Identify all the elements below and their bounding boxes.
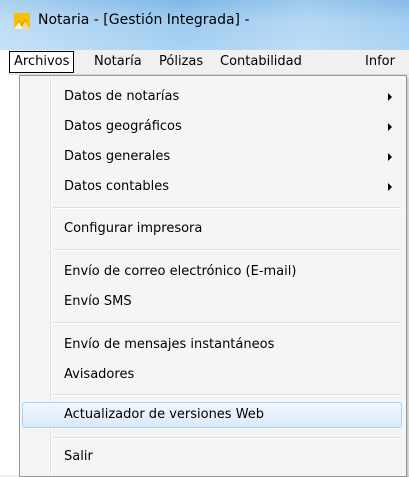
- menu-separator: [53, 437, 401, 439]
- menu-notaria[interactable]: Notaría: [90, 52, 146, 72]
- submenu-arrow-icon: [388, 123, 392, 131]
- menu-item-envio-sms[interactable]: Envío SMS: [22, 289, 402, 315]
- menu-item-label: Datos contables: [64, 179, 169, 194]
- menu-item-label: Avisadores: [64, 367, 135, 382]
- menu-item-label: Envío SMS: [64, 294, 132, 309]
- menu-item-label: Configurar impresora: [64, 221, 203, 236]
- menu-item-actualizador-web[interactable]: Actualizador de versiones Web: [22, 402, 402, 428]
- submenu-arrow-icon: [388, 93, 392, 101]
- menu-archivos[interactable]: Archivos: [9, 51, 75, 73]
- menu-item-envio-mensajes[interactable]: Envío de mensajes instantáneos: [22, 332, 402, 358]
- submenu-arrow-icon: [388, 183, 392, 191]
- menu-item-label: Datos de notarías: [64, 89, 180, 104]
- menu-item-avisadores[interactable]: Avisadores: [22, 362, 402, 388]
- submenu-arrow-icon: [388, 153, 392, 161]
- menu-item-datos-notarias[interactable]: Datos de notarías: [22, 84, 402, 110]
- menu-separator: [53, 207, 401, 209]
- menu-separator: [53, 322, 401, 324]
- app-icon[interactable]: [14, 13, 30, 29]
- menu-contabilidad[interactable]: Contabilidad: [216, 52, 306, 72]
- menu-item-configurar-impresora[interactable]: Configurar impresora: [22, 216, 402, 242]
- menu-item-datos-geograficos[interactable]: Datos geográficos: [22, 114, 402, 140]
- menu-item-label: Actualizador de versiones Web: [64, 407, 265, 422]
- menu-item-label: Envío de correo electrónico (E-mail): [64, 264, 297, 279]
- menu-informes[interactable]: Infor: [361, 52, 399, 72]
- menu-item-label: Datos geográficos: [64, 119, 182, 134]
- menu-item-label: Envío de mensajes instantáneos: [64, 337, 275, 352]
- archivos-dropdown-menu: Datos de notarías Datos geográficos Dato…: [19, 75, 407, 477]
- application-window: Notaria - [Gestión Integrada] - Archivos…: [0, 0, 409, 477]
- title-bar[interactable]: Notaria - [Gestión Integrada] -: [0, 0, 409, 50]
- menu-separator: [53, 394, 401, 396]
- menu-item-datos-contables[interactable]: Datos contables: [22, 174, 402, 200]
- menu-item-datos-generales[interactable]: Datos generales: [22, 144, 402, 170]
- menu-polizas[interactable]: Pólizas: [155, 52, 207, 72]
- menu-bar: Archivos Notaría Pólizas Contabilidad In…: [9, 50, 409, 75]
- menu-item-label: Datos generales: [64, 149, 171, 164]
- menu-item-envio-email[interactable]: Envío de correo electrónico (E-mail): [22, 259, 402, 285]
- menu-item-label: Salir: [64, 449, 93, 464]
- window-title: Notaria - [Gestión Integrada] -: [38, 12, 250, 28]
- menu-separator: [53, 249, 401, 251]
- menu-item-salir[interactable]: Salir: [22, 444, 402, 470]
